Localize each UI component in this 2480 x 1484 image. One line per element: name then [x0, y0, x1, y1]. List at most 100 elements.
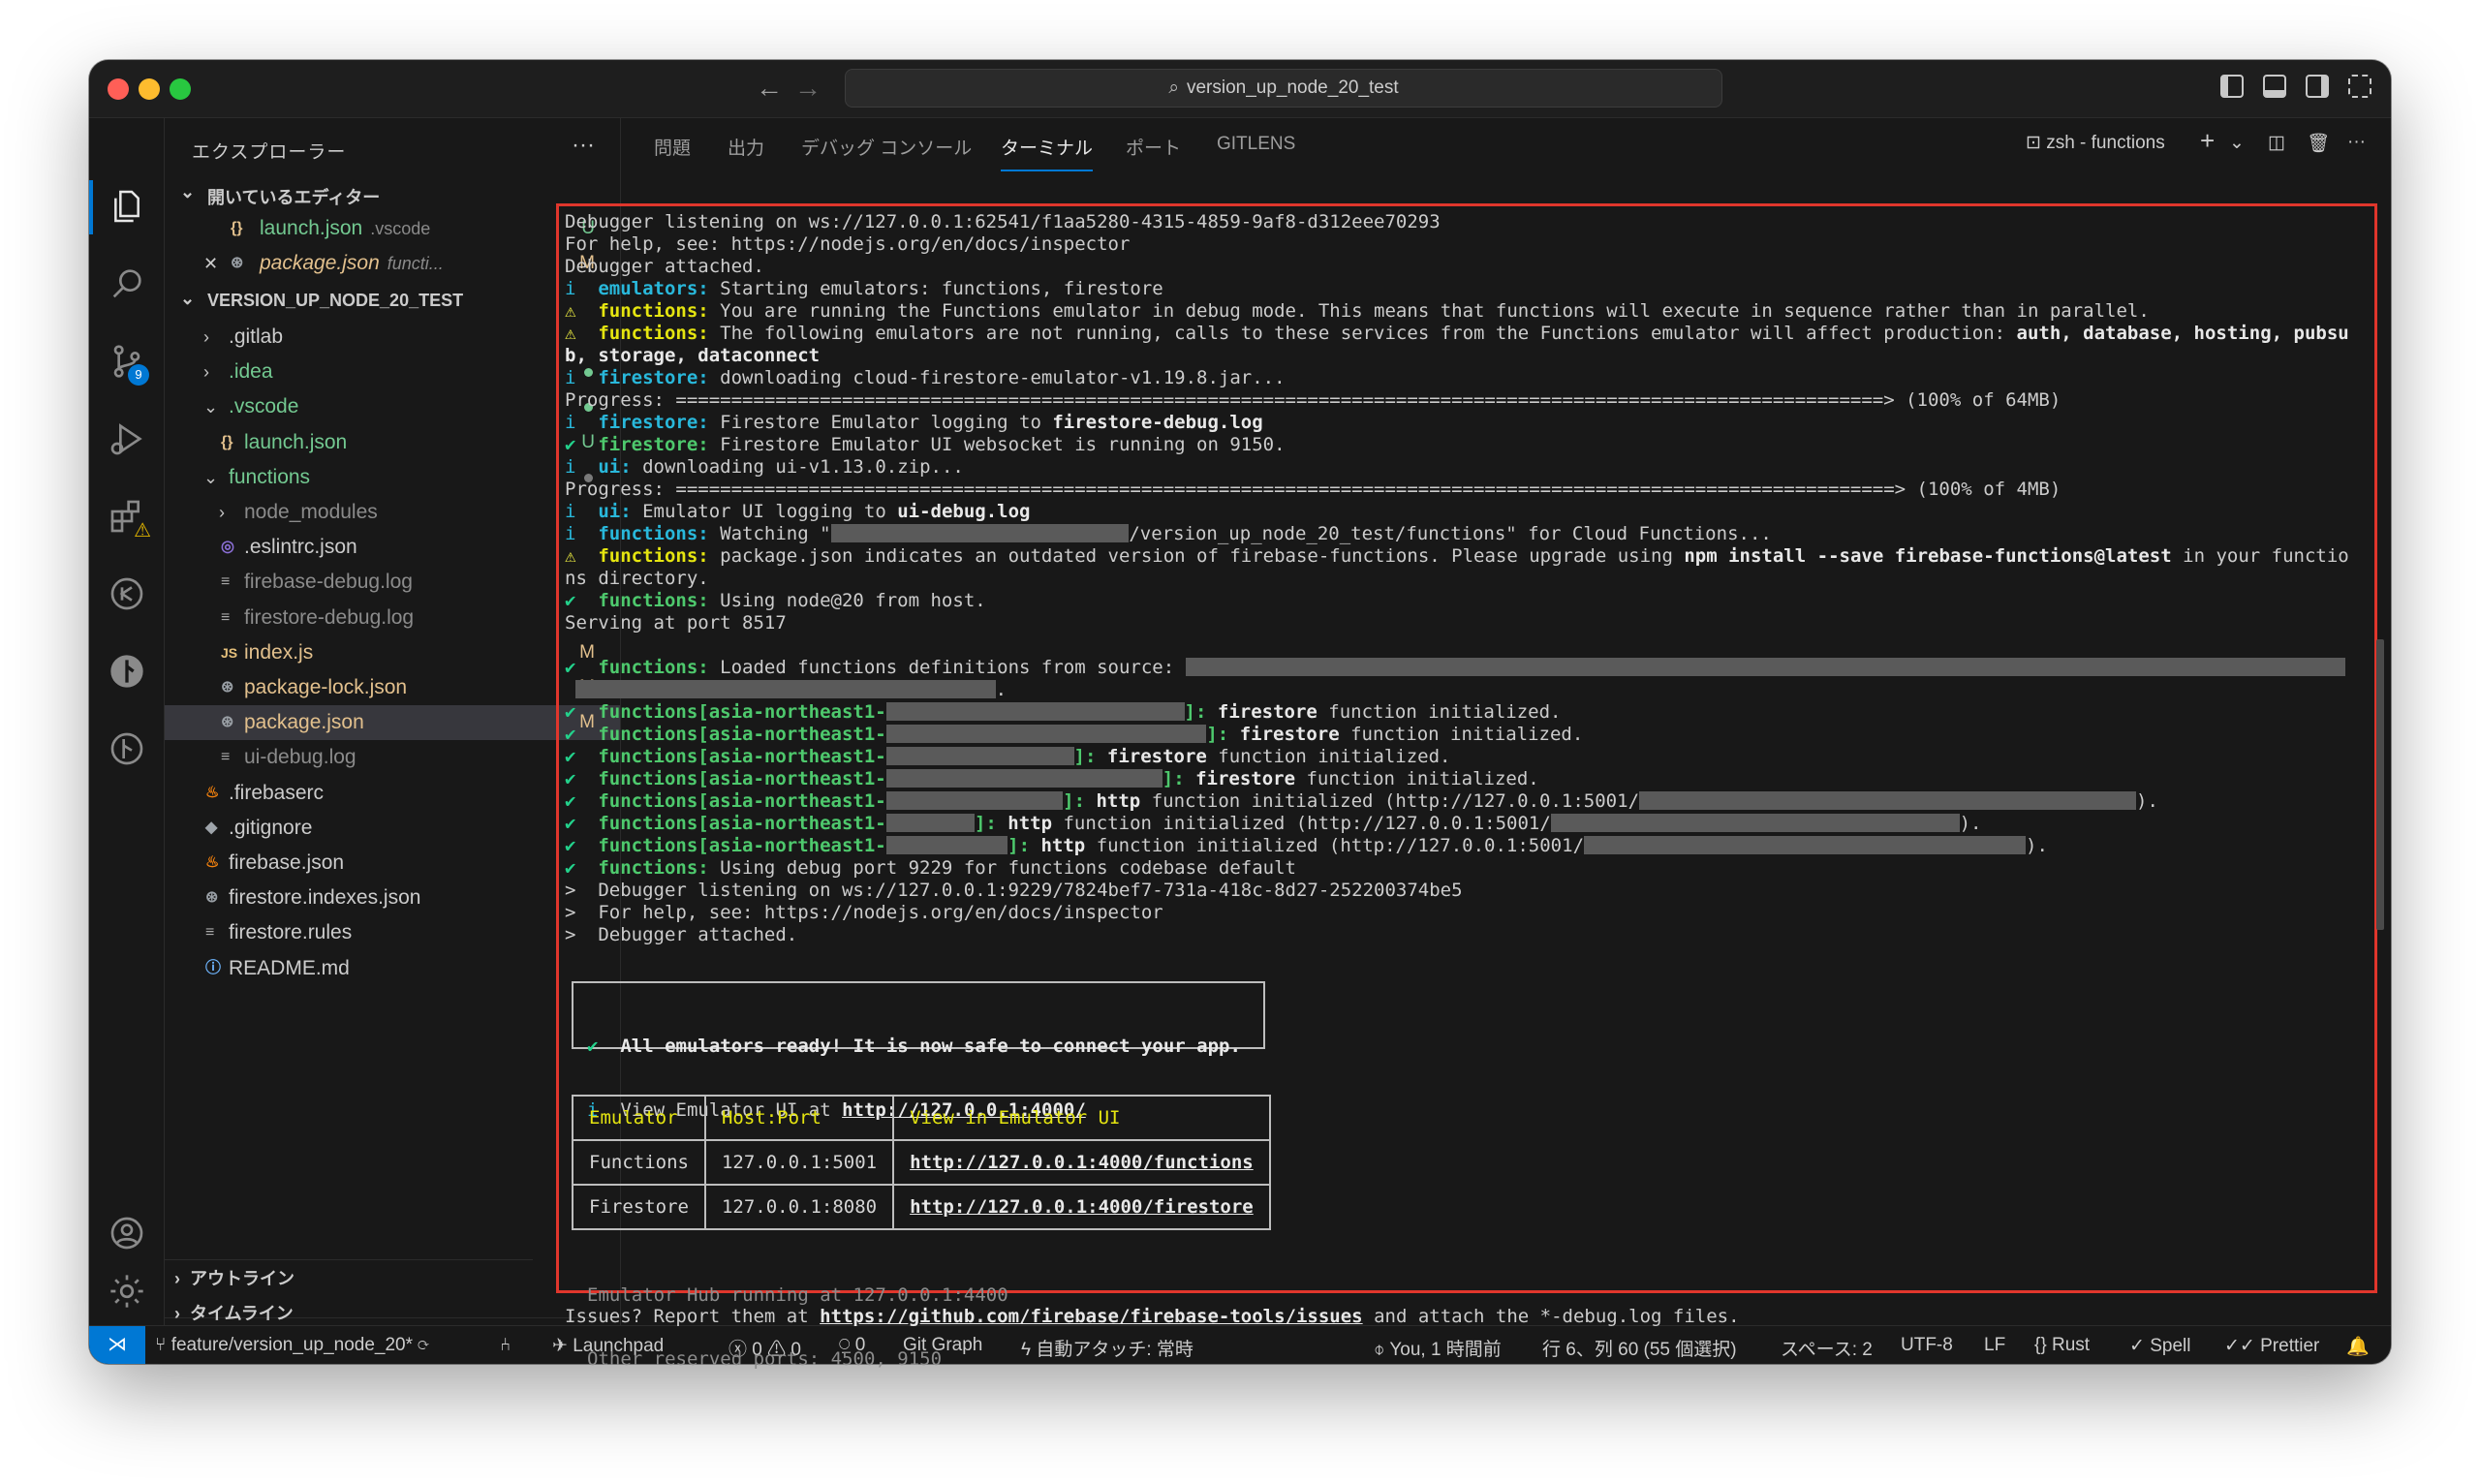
forward-arrow-icon[interactable]: → [794, 72, 822, 105]
close-editor-icon[interactable]: ✕ [203, 246, 218, 281]
bell-icon[interactable]: 🔔 [2346, 1335, 2370, 1358]
search-icon: ⌕ [1168, 77, 1179, 98]
back-arrow-icon[interactable]: ← [756, 72, 783, 105]
remote-indicator-icon[interactable]: ⋊ [89, 1326, 145, 1364]
timeline-header[interactable]: › タイムライン [174, 1300, 294, 1325]
tree-item[interactable]: › .idea [165, 355, 620, 389]
git-branch-icon: ⑂ [155, 1335, 171, 1355]
tree-item-label: package.json [244, 711, 364, 734]
split-terminal-icon[interactable]: ◫ [2268, 132, 2285, 154]
terminal-text: ✔ [565, 724, 599, 745]
gitlens-graph-icon[interactable]: ⑃ [500, 1335, 511, 1356]
tab-ports[interactable]: ポート [1126, 134, 1181, 170]
run-debug-icon[interactable] [107, 418, 147, 459]
source-control-icon[interactable]: 9 [107, 341, 149, 386]
toggle-panel-icon[interactable] [2263, 75, 2286, 98]
tree-item[interactable]: ⌄ .vscode [165, 389, 620, 424]
tab-debug-console[interactable]: デバッグ コンソール [801, 134, 972, 170]
remote-explorer-icon[interactable] [107, 573, 147, 614]
terminal-text: function initialized. [1206, 746, 1451, 767]
table-header: Host:Port [703, 1095, 895, 1141]
terminal-line: ⚠ functions: You are running the Functio… [565, 300, 2369, 323]
maximize-panel-icon[interactable]: ⌄ [2388, 132, 2391, 154]
zoom-window-button[interactable] [170, 78, 191, 100]
tree-item[interactable]: ◆ .gitignore [165, 811, 620, 846]
tree-item[interactable]: JS index.js M [165, 635, 620, 670]
tree-item[interactable]: › node_modules [165, 495, 620, 530]
toggle-primary-sidebar-icon[interactable] [2220, 75, 2244, 98]
accounts-icon[interactable] [107, 1213, 147, 1253]
gitlens-icon[interactable] [107, 651, 147, 692]
tree-item[interactable]: › .gitlab [165, 320, 620, 355]
tab-problems[interactable]: 問題 [654, 134, 691, 170]
tree-item[interactable]: ♨ .firebaserc [165, 776, 620, 811]
indentation-item[interactable]: スペース: 2 [1781, 1335, 1873, 1361]
terminal-selector[interactable]: ⊡ zsh - functions [2026, 132, 2165, 154]
command-center-search[interactable]: ⌕ version_up_node_20_test [845, 69, 1722, 108]
terminal-scrollbar[interactable] [2376, 639, 2384, 930]
emulator-ui-link[interactable]: http://127.0.0.1:4000/firestore [892, 1184, 1271, 1230]
sync-icon: ⟳ [418, 1335, 429, 1355]
tree-item[interactable]: ⌄ functions [165, 460, 620, 495]
terminal-text: firestore: [598, 367, 709, 388]
auto-attach-item[interactable]: ϟ 自動アタッチ: 常時 [1021, 1335, 1194, 1361]
cursor-position-item[interactable]: 行 6、列 60 (55 個選択) [1542, 1335, 1737, 1361]
tab-gitlens[interactable]: GITLENS [1217, 134, 1295, 165]
tree-item[interactable]: ⓘ README.md [165, 951, 620, 986]
timeline-icon[interactable] [107, 728, 147, 769]
tree-item[interactable]: ≡ firestore.rules [165, 915, 620, 950]
close-window-button[interactable] [108, 78, 129, 100]
spell-item[interactable]: ✓ Spell [2129, 1335, 2190, 1357]
search-icon[interactable] [107, 263, 147, 304]
minimize-window-button[interactable] [139, 78, 160, 100]
emulator-ui-link[interactable]: http://127.0.0.1:4000/functions [892, 1139, 1271, 1186]
settings-gear-icon[interactable] [107, 1271, 147, 1312]
tree-item[interactable]: {} launch.json U [165, 425, 620, 460]
tree-item[interactable]: ♨ firebase.json [165, 846, 620, 881]
tree-item[interactable]: ≡ firebase-debug.log [165, 565, 620, 600]
new-terminal-icon[interactable]: + [2200, 126, 2215, 156]
prettier-item[interactable]: ✓✓ Prettier [2224, 1335, 2319, 1357]
more-actions-icon[interactable]: ··· [572, 132, 595, 159]
language-mode-item[interactable]: {} Rust [2034, 1335, 2090, 1356]
more-actions-icon[interactable]: ··· [2347, 132, 2366, 153]
terminal-output[interactable]: Debugger listening on ws://127.0.0.1:625… [565, 211, 2369, 946]
terminal-line: ✔ functions[asia-northeast1-]: firestore… [565, 701, 2369, 724]
tree-item[interactable]: ⊛package-lock.jsonM [165, 670, 620, 705]
open-editor-package-json[interactable]: ✕ ⊛ package.json functi... M [165, 246, 620, 281]
issues-link[interactable]: https://github.com/firebase/firebase-too… [820, 1306, 1363, 1327]
terminal-text: functions: [598, 657, 709, 678]
terminal-text: functions[asia-northeast1- [598, 746, 886, 767]
tree-item[interactable]: ≡ firestore-debug.log [165, 601, 620, 635]
toggle-secondary-sidebar-icon[interactable] [2306, 75, 2329, 98]
project-section[interactable]: ⌄ VERSION_UP_NODE_20_TEST [165, 285, 620, 318]
tree-item[interactable]: ⊛ firestore.indexes.json [165, 881, 620, 915]
terminal-text: ✔ [565, 746, 599, 767]
open-editor-launch-json[interactable]: {} launch.json .vscode U [165, 211, 620, 246]
terminal-text: Progress: ==============================… [565, 479, 2062, 500]
tree-item[interactable]: ⊛ package.json M [165, 705, 620, 741]
terminal-line: ⚠ functions: package.json indicates an o… [565, 545, 2369, 568]
hub-line: Emulator Hub running at 127.0.0.1:4400 [587, 1284, 1008, 1306]
extensions-icon[interactable]: ⚠ [107, 496, 151, 541]
terminal-text: i [565, 412, 599, 433]
tab-terminal[interactable]: ターミナル [1001, 134, 1094, 171]
terminal-line: Progress: ==============================… [565, 479, 2369, 501]
tree-item-label: firebase-debug.log [244, 571, 413, 594]
outline-header[interactable]: › アウトライン [174, 1265, 294, 1290]
eol-item[interactable]: LF [1984, 1335, 2005, 1356]
terminal-text: ]: [1184, 701, 1207, 723]
encoding-item[interactable]: UTF-8 [1901, 1335, 1953, 1356]
tree-item[interactable]: ◎ .eslintrc.json [165, 530, 620, 565]
trash-icon[interactable]: 🗑 [2307, 132, 2330, 155]
explorer-icon[interactable] [107, 186, 147, 227]
git-blame-item[interactable]: ⌽ You, 1 時間前 [1374, 1335, 1502, 1361]
branch-indicator[interactable]: ⑂ feature/version_up_node_20* ⟳ [155, 1335, 429, 1356]
tree-item[interactable]: ≡ ui-debug.log [165, 740, 620, 775]
customize-layout-icon[interactable] [2348, 75, 2372, 98]
terminal-text: ⚠ [565, 300, 599, 322]
terminal-text: ✔ [565, 813, 599, 834]
tab-output[interactable]: 出力 [728, 134, 764, 170]
chevron-down-icon[interactable]: ⌄ [2229, 132, 2245, 154]
open-editors-section[interactable]: ⌄ 開いているエディター [165, 178, 620, 211]
